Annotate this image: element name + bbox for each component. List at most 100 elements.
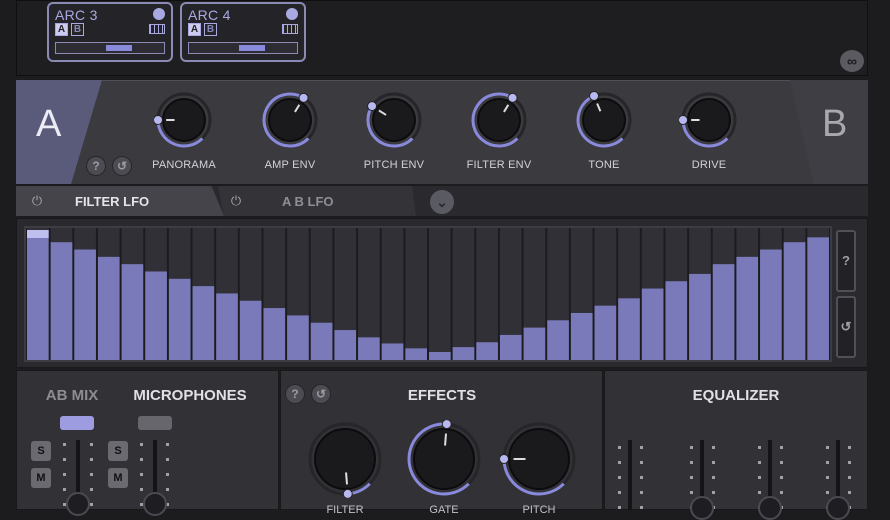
arc-slider[interactable]	[188, 42, 298, 54]
lfo-step-bar[interactable]	[334, 330, 357, 360]
help-button[interactable]: ?	[285, 384, 305, 404]
lfo-step-bar[interactable]	[689, 273, 711, 360]
reset-button[interactable]: ↺	[311, 384, 331, 404]
lfo-step-bar[interactable]	[783, 242, 806, 360]
eq-scale	[848, 446, 851, 510]
eq-fader-handle[interactable]	[826, 496, 850, 520]
reset-button[interactable]: ↺	[112, 156, 132, 176]
arc-title: ARC 4	[188, 7, 231, 23]
solo-button[interactable]: S	[31, 441, 51, 461]
lfo-step-bar[interactable]	[145, 271, 167, 360]
lfo-help-button[interactable]: ?	[836, 230, 856, 292]
lfo-step-bar[interactable]	[476, 342, 498, 360]
tab-filter-lfo-label: FILTER LFO	[75, 194, 150, 209]
arc-a-toggle[interactable]: A	[55, 23, 68, 36]
eq-fader-track[interactable]	[628, 440, 632, 510]
effect-knob-pitch[interactable]: PITCH	[497, 418, 581, 516]
knob-pitch-env[interactable]: PITCH ENV	[354, 86, 434, 176]
eq-fader-handle[interactable]	[690, 496, 714, 520]
lfo-step-bg	[405, 228, 427, 360]
lfo-step-bar[interactable]	[452, 347, 475, 360]
knob-tone[interactable]: TONE	[564, 86, 644, 176]
lfo-steps[interactable]	[26, 228, 830, 360]
effect-knob-label: GATE	[429, 504, 459, 516]
lfo-step-bar[interactable]	[192, 286, 215, 360]
lfo-step-bg	[429, 228, 451, 360]
eq-scale	[712, 446, 715, 510]
lfo-step-bar[interactable]	[358, 337, 380, 360]
knob-label: TONE	[588, 159, 620, 171]
fader-scale	[90, 443, 93, 513]
lfo-step-bar[interactable]	[381, 343, 404, 360]
arc-card-3[interactable]: ARC 3 A B	[47, 2, 173, 62]
knob-label: AMP ENV	[264, 159, 316, 171]
arc-active-dot[interactable]	[153, 8, 165, 20]
microphones-toggle[interactable]	[138, 416, 172, 430]
lfo-step-bar[interactable]	[27, 230, 49, 360]
lfo-step-bar[interactable]	[216, 293, 238, 360]
lfo-step-bar[interactable]	[263, 308, 286, 360]
lfo-step-bar[interactable]	[50, 242, 73, 360]
lfo-step-cursor	[27, 230, 49, 238]
piano-icon[interactable]	[282, 24, 298, 34]
lfo-step-bar[interactable]	[287, 315, 309, 360]
mute-button[interactable]: M	[31, 468, 51, 488]
power-icon[interactable]: ⏻	[30, 194, 44, 208]
knob-panorama[interactable]: PANORAMA	[144, 86, 224, 176]
lfo-step-bar[interactable]	[239, 300, 262, 360]
lfo-step-bar[interactable]	[570, 312, 593, 360]
help-button[interactable]: ?	[86, 156, 106, 176]
link-icon[interactable]: ∞	[840, 50, 864, 72]
lfo-step-bar[interactable]	[807, 237, 829, 360]
arc-slider[interactable]	[55, 42, 165, 54]
lfo-step-bg	[476, 228, 498, 360]
lfo-step-bar[interactable]	[405, 348, 427, 360]
lfo-reset-button[interactable]: ↺	[836, 296, 856, 358]
arc-active-dot[interactable]	[286, 8, 298, 20]
lfo-step-bar[interactable]	[499, 334, 522, 360]
lfo-step-bar[interactable]	[641, 288, 664, 360]
eq-fader-handle[interactable]	[758, 496, 782, 520]
lfo-step-bar[interactable]	[97, 256, 120, 360]
chevron-down-icon[interactable]: ⌄	[430, 190, 454, 214]
lfo-step-bar[interactable]	[429, 352, 451, 360]
effect-knob-gate[interactable]: GATE	[402, 418, 486, 516]
effect-knob-label: FILTER	[326, 504, 364, 516]
lfo-step-bar[interactable]	[618, 298, 640, 360]
lfo-step-bar[interactable]	[665, 281, 688, 360]
effect-knob-filter[interactable]: FILTER	[303, 418, 387, 516]
solo-button[interactable]: S	[108, 441, 128, 461]
arc-slider-fill	[239, 45, 265, 51]
eq-scale	[640, 446, 643, 510]
lfo-step-bar[interactable]	[523, 327, 546, 360]
ab-mix-toggle[interactable]	[60, 416, 94, 430]
tab-b-label: B	[822, 103, 848, 145]
lfo-step-bar[interactable]	[760, 249, 782, 360]
power-icon[interactable]: ⏻	[229, 194, 243, 208]
arc-b-toggle[interactable]: B	[204, 23, 217, 36]
effects-title: EFFECTS	[407, 387, 477, 404]
knob-amp-env[interactable]: AMP ENV	[250, 86, 330, 176]
knob-drive[interactable]: DRIVE	[669, 86, 749, 176]
fader-handle[interactable]	[143, 492, 167, 516]
lfo-step-bar[interactable]	[310, 322, 333, 360]
ab-mix-title[interactable]: AB MIX	[36, 387, 108, 404]
lfo-step-bar[interactable]	[74, 249, 96, 360]
lfo-step-bar[interactable]	[712, 264, 735, 360]
fader-handle[interactable]	[66, 492, 90, 516]
lfo-step-bg	[452, 228, 475, 360]
lfo-step-bar[interactable]	[168, 278, 191, 360]
lfo-step-bar[interactable]	[736, 256, 759, 360]
mute-button[interactable]: M	[108, 468, 128, 488]
lfo-step-bar[interactable]	[121, 264, 144, 360]
knob-filter-env[interactable]: FILTER ENV	[459, 86, 539, 176]
lfo-step-bar[interactable]	[594, 305, 617, 360]
lfo-step-bar[interactable]	[547, 320, 569, 360]
microphones-title[interactable]: MICROPHONES	[124, 387, 256, 404]
knob-label: DRIVE	[691, 159, 727, 171]
arc-a-toggle[interactable]: A	[188, 23, 201, 36]
piano-icon[interactable]	[149, 24, 165, 34]
arc-b-toggle[interactable]: B	[71, 23, 84, 36]
arc-card-4[interactable]: ARC 4 A B	[180, 2, 306, 62]
knob-label: FILTER ENV	[466, 159, 532, 171]
